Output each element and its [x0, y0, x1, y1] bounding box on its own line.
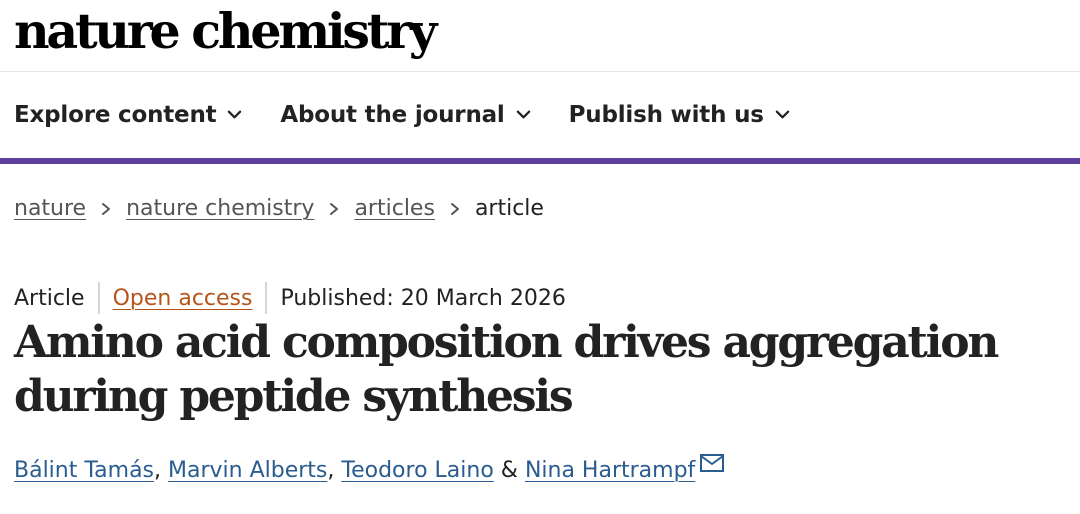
breadcrumb-nature[interactable]: nature — [14, 196, 86, 221]
mail-icon[interactable] — [699, 453, 725, 473]
chevron-right-icon — [330, 202, 339, 215]
breadcrumb-nature-chemistry[interactable]: nature chemistry — [126, 196, 314, 221]
author-link[interactable]: Bálint Tamás — [14, 458, 154, 483]
author-list: Bálint Tamás , Marvin Alberts , Teodoro … — [14, 453, 725, 483]
author-separator: , — [327, 458, 342, 483]
chevron-down-icon — [775, 110, 789, 118]
nav-about-journal[interactable]: About the journal — [280, 102, 530, 128]
article-meta: Article Open access Published: 20 March … — [14, 282, 566, 314]
nav-item-label: About the journal — [280, 102, 505, 128]
breadcrumb-current: article — [474, 196, 544, 221]
nav-list: Explore content About the journal Publis… — [0, 72, 1080, 158]
main-nav: Explore content About the journal Publis… — [0, 72, 1080, 164]
journal-logo[interactable]: nature chemistry — [14, 0, 437, 62]
author-link[interactable]: Marvin Alberts — [168, 458, 327, 483]
nav-item-label: Publish with us — [568, 102, 764, 128]
breadcrumb-articles[interactable]: articles — [354, 196, 434, 221]
article-title: Amino acid composition drives aggregatio… — [14, 317, 999, 422]
chevron-down-icon — [516, 110, 530, 118]
nav-item-label: Explore content — [14, 102, 217, 128]
author-separator: & — [493, 458, 525, 483]
author-link[interactable]: Nina Hartrampf — [525, 458, 695, 483]
nav-explore-content[interactable]: Explore content — [14, 102, 242, 128]
chevron-down-icon — [228, 110, 242, 118]
chevron-right-icon — [102, 202, 111, 215]
nav-publish-with-us[interactable]: Publish with us — [569, 102, 790, 128]
breadcrumb: nature nature chemistry articles article — [14, 196, 544, 221]
meta-divider — [97, 282, 100, 314]
site-header: nature chemistry — [0, 0, 1080, 72]
open-access-link[interactable]: Open access — [113, 286, 253, 311]
author-separator: , — [154, 458, 169, 483]
chevron-right-icon — [450, 202, 459, 215]
article-type: Article — [14, 285, 85, 311]
published-date: Published: 20 March 2026 — [280, 285, 566, 311]
meta-divider — [265, 282, 268, 314]
author-link[interactable]: Teodoro Laino — [341, 458, 493, 483]
